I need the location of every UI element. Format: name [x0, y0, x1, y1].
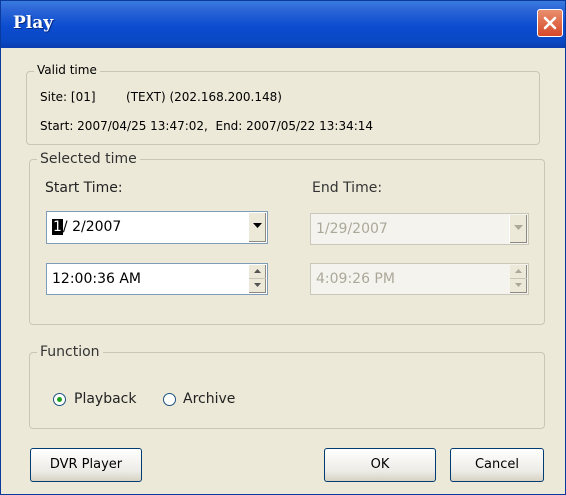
start-date-picker[interactable]: 1/ 2/2007	[46, 211, 268, 244]
end-date-value: 1/29/2007	[316, 221, 388, 237]
spin-down-icon	[254, 283, 261, 287]
start-time-spinner[interactable]	[249, 265, 266, 293]
selected-time-legend: Selected time	[37, 151, 140, 167]
valid-time-legend: Valid time	[34, 63, 100, 77]
valid-time-group: Valid time Site: [01] (TEXT) (202.168.20…	[26, 63, 540, 145]
end-time-label: End Time:	[312, 180, 383, 196]
end-time-spinner[interactable]	[510, 265, 527, 293]
end-time-value: 4:09:26 PM	[316, 271, 395, 287]
spin-up-icon	[515, 269, 522, 273]
start-time-picker[interactable]: 12:00:36 AM	[46, 263, 268, 295]
end-date-dropdown-button[interactable]	[509, 215, 527, 243]
archive-radio[interactable]	[163, 393, 176, 406]
playback-radio[interactable]	[53, 393, 66, 406]
close-icon	[543, 16, 557, 30]
site-info: Site: [01] (TEXT) (202.168.200.148)	[40, 90, 282, 104]
end-date-picker[interactable]: 1/29/2007	[310, 213, 529, 245]
playback-label[interactable]: Playback	[74, 391, 136, 407]
play-dialog: Play Valid time Site: [01] (TEXT) (202.1…	[0, 0, 566, 495]
archive-label[interactable]: Archive	[183, 391, 235, 407]
chevron-down-icon	[514, 225, 523, 230]
spin-up-icon	[254, 269, 261, 273]
start-time-spin-down[interactable]	[249, 279, 266, 293]
end-time-picker[interactable]: 4:09:26 PM	[310, 263, 529, 295]
start-time-value: 12:00:36 AM	[52, 271, 141, 287]
end-time-spin-up[interactable]	[510, 265, 527, 279]
spin-down-icon	[515, 283, 522, 287]
window-title: Play	[13, 13, 54, 33]
function-legend: Function	[37, 344, 103, 360]
start-date-value: 1/ 2/2007	[52, 219, 122, 235]
ok-button[interactable]: OK	[324, 448, 436, 482]
cancel-button[interactable]: Cancel	[450, 448, 544, 482]
chevron-down-icon	[253, 223, 262, 228]
dvr-player-button[interactable]: DVR Player	[30, 448, 142, 482]
end-time-spin-down[interactable]	[510, 279, 527, 293]
start-time-label: Start Time:	[45, 180, 123, 196]
start-time-spin-up[interactable]	[249, 265, 266, 279]
close-button[interactable]	[537, 9, 563, 37]
valid-range-info: Start: 2007/04/25 13:47:02, End: 2007/05…	[40, 119, 374, 133]
title-bar[interactable]: Play	[1, 1, 565, 48]
start-date-dropdown-button[interactable]	[248, 213, 266, 242]
